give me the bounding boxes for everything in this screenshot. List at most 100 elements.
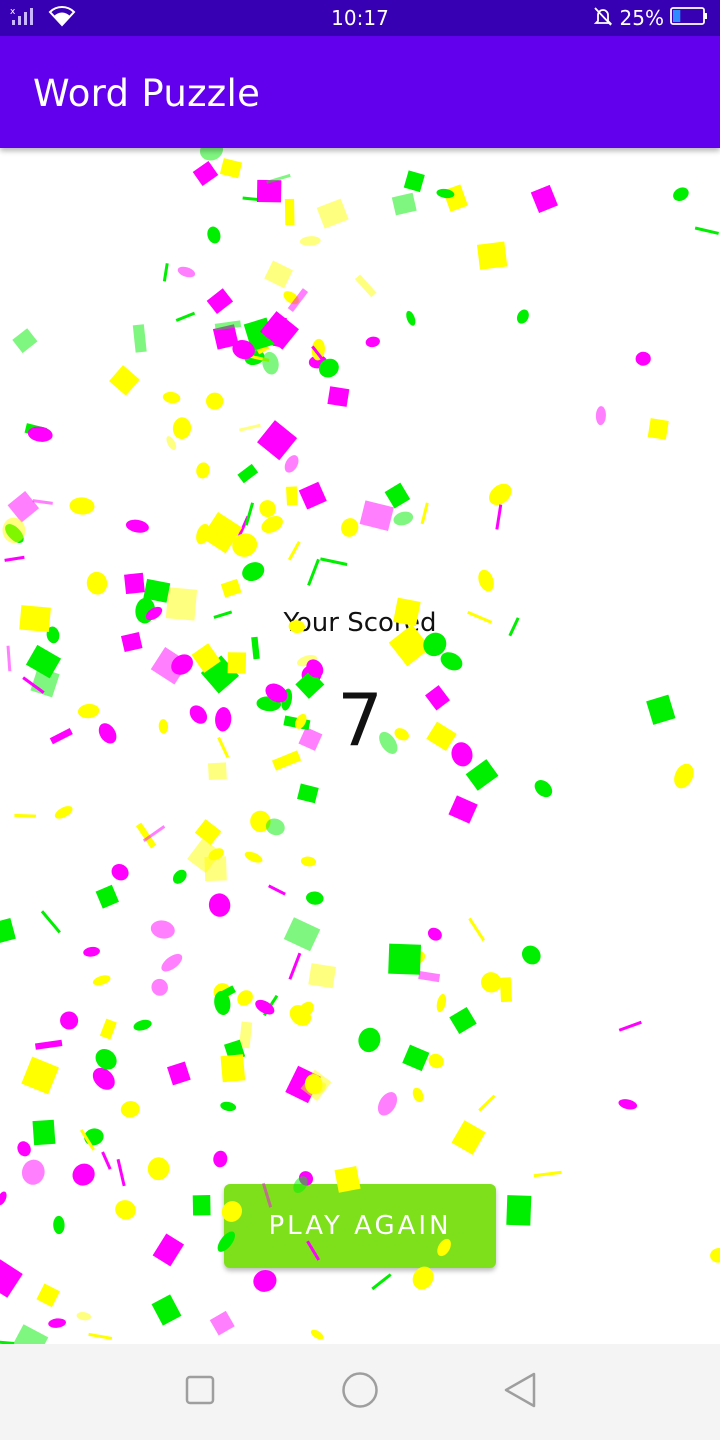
- confetti-piece: [442, 184, 468, 212]
- confetti-piece: [391, 192, 417, 216]
- confetti-piece: [244, 350, 265, 366]
- confetti-piece: [263, 329, 278, 340]
- confetti-piece: [406, 947, 419, 961]
- confetti-piece: [674, 763, 694, 789]
- play-again-button[interactable]: PLAY AGAIN: [224, 1184, 496, 1268]
- confetti-piece: [341, 518, 359, 537]
- confetti-piece: [232, 339, 255, 360]
- score-value: 7: [337, 678, 383, 762]
- confetti-piece: [272, 316, 287, 348]
- confetti-piece: [310, 1329, 324, 1340]
- confetti-piece: [465, 759, 499, 791]
- confetti-piece: [208, 893, 231, 917]
- confetti-piece: [297, 655, 318, 667]
- confetti-piece: [208, 848, 224, 861]
- confetti-piece: [196, 523, 210, 545]
- confetti-piece: [259, 500, 276, 518]
- confetti-piece: [209, 1310, 235, 1336]
- confetti-piece: [694, 226, 719, 235]
- confetti-piece: [284, 198, 295, 226]
- confetti-piece: [84, 1128, 104, 1146]
- confetti-piece: [219, 158, 243, 179]
- confetti-piece: [358, 1027, 381, 1053]
- battery-icon: [670, 6, 708, 31]
- confetti-piece: [237, 990, 253, 1006]
- confetti-piece: [111, 863, 129, 881]
- confetti-piece: [92, 975, 111, 986]
- confetti-piece: [635, 351, 651, 366]
- confetti-piece: [449, 1006, 477, 1035]
- confetti-piece: [478, 1094, 496, 1112]
- confetti-piece: [6, 645, 12, 672]
- confetti-piece: [476, 241, 508, 270]
- confetti-piece: [72, 1163, 95, 1186]
- confetti-piece: [172, 417, 192, 440]
- confetti-piece: [17, 1141, 31, 1157]
- confetti-piece: [53, 1215, 65, 1235]
- confetti-piece: [2, 517, 26, 543]
- confetti-piece: [298, 1001, 314, 1018]
- confetti-piece: [27, 426, 53, 442]
- confetti-piece: [162, 391, 181, 404]
- confetti-piece: [201, 512, 243, 554]
- recents-button[interactable]: [170, 1362, 230, 1422]
- confetti-piece: [286, 486, 298, 506]
- app-title: Word Puzzle: [33, 72, 261, 115]
- confetti-piece: [79, 1129, 95, 1151]
- confetti-piece: [300, 856, 317, 867]
- confetti-piece: [132, 324, 147, 353]
- home-button[interactable]: [330, 1362, 390, 1422]
- confetti-piece: [388, 943, 422, 975]
- confetti-piece: [124, 572, 145, 595]
- confetti-piece: [448, 795, 478, 824]
- confetti-piece: [36, 1283, 60, 1308]
- confetti-piece: [143, 578, 171, 603]
- back-button[interactable]: [490, 1362, 550, 1422]
- confetti-piece: [223, 1039, 246, 1062]
- confetti-piece: [311, 345, 329, 367]
- confetti-piece: [534, 780, 553, 798]
- confetti-piece: [481, 972, 502, 993]
- confetti-piece: [418, 971, 441, 983]
- confetti-piece: [86, 571, 108, 595]
- confetti-piece: [384, 482, 411, 509]
- confetti-piece: [289, 1005, 312, 1026]
- status-bar: x 10:17 25%: [0, 0, 720, 36]
- status-right-icons: 25%: [592, 6, 708, 30]
- confetti-piece: [220, 578, 242, 598]
- app-bar: Word Puzzle: [0, 36, 720, 148]
- confetti-piece: [214, 990, 231, 1016]
- confetti-piece: [264, 260, 293, 289]
- confetti-piece: [194, 819, 222, 846]
- confetti-piece: [220, 1101, 237, 1112]
- confetti-piece: [207, 762, 227, 780]
- confetti-piece: [393, 511, 414, 526]
- confetti-piece: [261, 515, 283, 534]
- confetti-piece: [406, 310, 416, 326]
- confetti-piece: [167, 1061, 191, 1086]
- confetti-piece: [244, 502, 255, 526]
- confetti-piece: [4, 555, 25, 562]
- confetti-piece: [284, 455, 299, 473]
- confetti-piece: [255, 999, 275, 1015]
- confetti-piece: [125, 519, 149, 533]
- confetti-piece: [308, 355, 327, 369]
- confetti-piece: [83, 946, 100, 957]
- confetti-piece: [213, 983, 231, 1001]
- confetti-piece: [288, 952, 302, 980]
- confetti-piece: [428, 1053, 444, 1069]
- confetti-piece: [287, 540, 301, 561]
- confetti-piece: [212, 324, 239, 350]
- confetti-piece: [308, 963, 337, 989]
- confetti-piece: [516, 309, 529, 324]
- confetti-piece: [162, 263, 169, 282]
- confetti-piece: [207, 226, 221, 244]
- confetti-piece: [618, 1099, 638, 1110]
- confetti-piece: [54, 806, 73, 819]
- confetti-piece: [5, 524, 24, 543]
- confetti-piece: [237, 463, 259, 484]
- confetti-piece: [262, 994, 279, 1017]
- confetti-piece: [440, 652, 463, 671]
- confetti-piece: [116, 1158, 126, 1187]
- confetti-piece: [300, 1069, 332, 1102]
